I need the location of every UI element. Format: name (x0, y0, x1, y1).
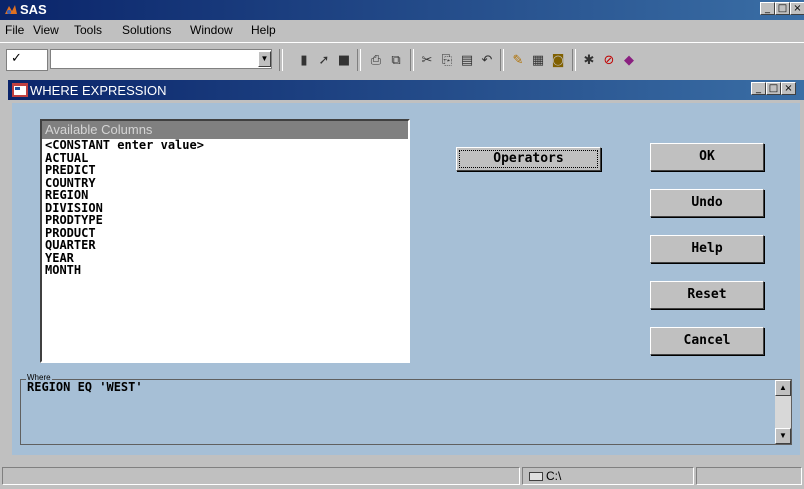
print-icon[interactable]: ⎙ (368, 53, 384, 69)
cut-icon[interactable]: ✂ (419, 53, 435, 69)
app-title-bar[interactable]: SAS _ □ × (0, 0, 804, 20)
save-icon[interactable]: ■ (336, 53, 352, 69)
list-item[interactable]: MONTH (45, 264, 408, 277)
help-icon[interactable]: ◆ (621, 53, 637, 69)
dialog-maximize-button[interactable]: □ (766, 82, 781, 95)
command-check-button[interactable]: ✓ (6, 49, 48, 71)
command-input[interactable] (50, 49, 272, 69)
run-icon[interactable]: ✱ (581, 53, 597, 69)
status-extra-pane (696, 467, 802, 485)
undo-icon[interactable]: ↶ (479, 53, 495, 69)
where-expression-text[interactable]: REGION EQ 'WEST' (27, 380, 143, 394)
close-button[interactable]: × (790, 2, 804, 15)
status-message-pane (2, 467, 520, 485)
menu-solutions[interactable]: Solutions (122, 23, 171, 37)
copy-icon[interactable]: ⎘ (439, 53, 455, 69)
library-icon[interactable]: ◙ (550, 53, 566, 69)
current-directory: C:\ (546, 469, 562, 483)
list-item[interactable]: PREDICT (45, 164, 408, 177)
available-columns-list[interactable]: Available Columns <CONSTANT enter value>… (40, 119, 410, 363)
dialog-title-bar[interactable]: WHERE EXPRESSION _ □ × (8, 80, 804, 100)
where-label: Where (26, 373, 52, 382)
minimize-button[interactable]: _ (760, 2, 775, 15)
list-item[interactable]: QUARTER (45, 239, 408, 252)
drive-icon (529, 472, 543, 482)
menu-file[interactable]: File (5, 23, 24, 37)
checkmark-icon: ✓ (11, 51, 22, 66)
list-item[interactable]: PRODUCT (45, 226, 408, 240)
menu-window[interactable]: Window (190, 23, 233, 37)
list-item[interactable]: <CONSTANT enter value> (45, 139, 408, 152)
where-expression-box[interactable]: REGION EQ 'WEST' ▲ ▼ (20, 379, 792, 445)
list-item[interactable]: PRODTYPE (45, 214, 408, 227)
operators-button[interactable]: Operators (456, 147, 601, 171)
reset-button[interactable]: Reset (650, 281, 764, 309)
help-button[interactable]: Help (650, 235, 764, 263)
menu-help[interactable]: Help (251, 23, 276, 37)
where-scrollbar[interactable]: ▲ ▼ (775, 380, 791, 444)
menu-view[interactable]: View (33, 23, 59, 37)
window-icon (12, 83, 28, 97)
dialog-minimize-button[interactable]: _ (751, 82, 766, 95)
results-icon[interactable]: ▦ (530, 53, 546, 69)
undo-button[interactable]: Undo (650, 189, 764, 217)
cancel-button[interactable]: Cancel (650, 327, 764, 355)
status-path-pane: C:\ (522, 467, 694, 485)
open-icon[interactable]: ➚ (316, 53, 332, 69)
ok-button[interactable]: OK (650, 143, 764, 171)
menu-bar: File View Tools Solutions Window Help (0, 20, 804, 40)
dialog-client-area: Available Columns <CONSTANT enter value>… (12, 103, 800, 455)
scroll-up-icon[interactable]: ▲ (775, 380, 791, 396)
list-item[interactable]: REGION (45, 189, 408, 202)
scroll-down-icon[interactable]: ▼ (775, 428, 791, 444)
list-item[interactable]: COUNTRY (45, 176, 408, 190)
app-title: SAS (20, 2, 47, 17)
status-bar: C:\ (0, 464, 804, 489)
dialog-close-button[interactable]: × (781, 82, 796, 95)
dialog-title: WHERE EXPRESSION (30, 83, 167, 98)
list-item[interactable]: ACTUAL (45, 151, 408, 165)
where-expression-window: WHERE EXPRESSION _ □ × Available Columns… (8, 80, 804, 458)
column-items: <CONSTANT enter value> ACTUAL PREDICT CO… (42, 139, 408, 277)
menu-tools[interactable]: Tools (74, 23, 102, 37)
command-dropdown-button[interactable]: ▼ (258, 51, 271, 67)
explorer-icon[interactable]: ✎ (510, 53, 526, 69)
sas-logo-icon (5, 5, 17, 14)
paste-icon[interactable]: ▤ (459, 53, 475, 69)
list-header: Available Columns (42, 121, 408, 139)
new-icon[interactable]: ▮ (296, 53, 312, 69)
list-item[interactable]: YEAR (45, 251, 408, 265)
maximize-button[interactable]: □ (775, 2, 790, 15)
toolbar: ✓ ▼ ▮ ➚ ■ ⎙ ⧉ ✂ ⎘ ▤ ↶ ✎ ▦ ◙ ✱ ⊘ ◆ (0, 42, 804, 77)
submit-icon[interactable]: ⊘ (601, 53, 617, 69)
print-preview-icon[interactable]: ⧉ (388, 53, 404, 69)
